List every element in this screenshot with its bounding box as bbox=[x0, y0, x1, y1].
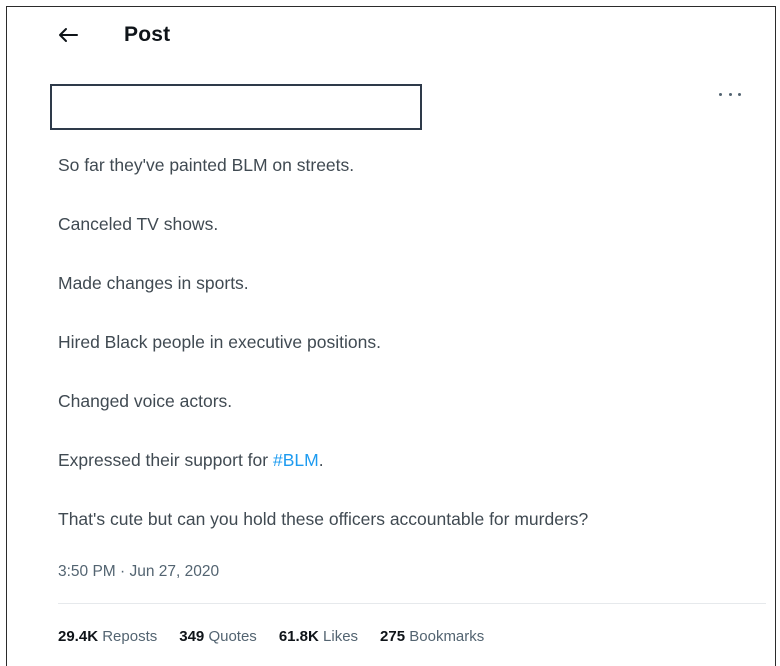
quotes-label: Quotes bbox=[208, 628, 257, 645]
page-title: Post bbox=[124, 23, 171, 46]
quotes-count: 349 bbox=[179, 628, 205, 645]
post-header: Post bbox=[56, 18, 170, 52]
post-text-closing-line: That's cute but can you hold these offic… bbox=[58, 509, 589, 529]
support-text: Expressed their support for bbox=[58, 450, 273, 470]
post-text-line: Changed voice actors. bbox=[58, 391, 233, 411]
post-text-line: So far they've painted BLM on streets. bbox=[58, 155, 355, 175]
likes-count: 61.8K bbox=[278, 628, 319, 645]
support-suffix: . bbox=[318, 450, 324, 470]
more-horizontal-icon[interactable] bbox=[719, 86, 741, 102]
hashtag-link[interactable]: #BLM bbox=[273, 450, 319, 470]
bookmarks-count: 275 bbox=[380, 628, 406, 645]
redacted-author-box bbox=[50, 84, 422, 130]
post-text-line: Canceled TV shows. bbox=[58, 214, 219, 234]
bookmarks-label: Bookmarks bbox=[409, 628, 485, 645]
likes-stat[interactable]: 61.8K Likes bbox=[279, 628, 358, 645]
bookmarks-stat[interactable]: 275 Bookmarks bbox=[380, 628, 484, 645]
post-text-line: Made changes in sports. bbox=[58, 273, 249, 293]
arrow-left-icon[interactable] bbox=[56, 23, 80, 47]
divider bbox=[58, 603, 766, 604]
post-text-support-line: Expressed their support for #BLM. bbox=[58, 450, 324, 471]
post-timestamp[interactable]: 3:50 PM · Jun 27, 2020 bbox=[58, 563, 219, 581]
post-stats: 29.4K Reposts 349 Quotes 61.8K Likes 275… bbox=[58, 628, 506, 645]
likes-label: Likes bbox=[323, 628, 359, 645]
reposts-label: Reposts bbox=[102, 628, 158, 645]
reposts-count: 29.4K bbox=[58, 628, 99, 645]
quotes-stat[interactable]: 349 Quotes bbox=[179, 628, 257, 645]
post-text-line: Hired Black people in executive position… bbox=[58, 332, 381, 352]
reposts-stat[interactable]: 29.4K Reposts bbox=[58, 628, 157, 645]
